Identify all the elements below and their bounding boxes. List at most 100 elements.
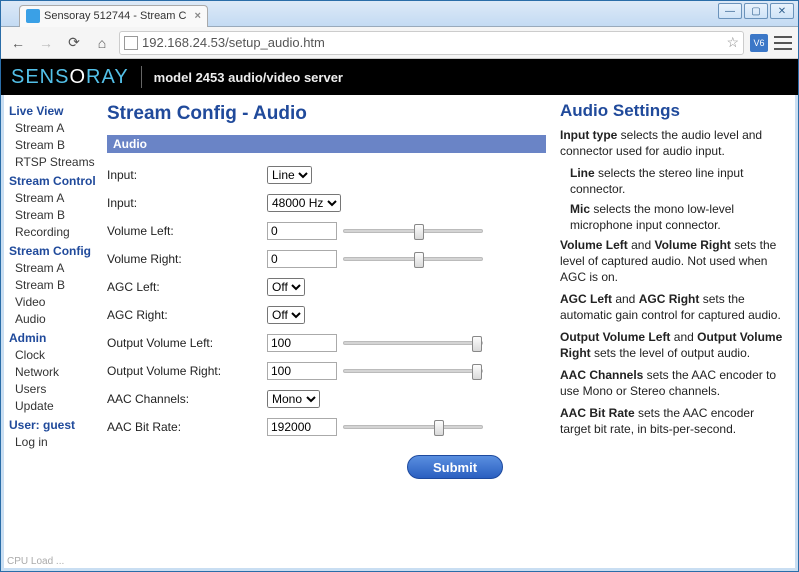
sidebar-item[interactable]: Video <box>9 294 99 311</box>
url-text: 192.168.24.53/setup_audio.htm <box>142 35 325 50</box>
browser-toolbar: ← → ⟳ ⌂ 192.168.24.53/setup_audio.htm ☆ … <box>1 27 798 59</box>
form-row: AGC Left:Off <box>107 273 546 301</box>
tab-title: Sensoray 512744 - Stream C <box>44 10 186 22</box>
form-row: Output Volume Right: <box>107 357 546 385</box>
sidebar-item[interactable]: Clock <box>9 347 99 364</box>
sidebar-item[interactable]: Recording <box>9 224 99 241</box>
sidebar-item[interactable]: Network <box>9 364 99 381</box>
slider-thumb[interactable] <box>472 336 482 352</box>
form-label: Volume Right: <box>107 252 267 266</box>
page-title: Stream Config - Audio <box>107 103 546 125</box>
extension-icon[interactable]: V6 <box>750 34 768 52</box>
page-icon <box>124 36 138 50</box>
page-header: SENSORAY model 2453 audio/video server <box>1 59 798 95</box>
slider[interactable] <box>343 369 483 373</box>
slider-thumb[interactable] <box>472 364 482 380</box>
header-subtitle: model 2453 audio/video server <box>154 70 343 85</box>
sidebar-heading: User: guest <box>9 417 99 434</box>
help-text: Volume Left and Volume Right sets the le… <box>560 237 788 285</box>
favicon-icon <box>26 9 40 23</box>
sidebar-item[interactable]: Stream B <box>9 207 99 224</box>
form-row: Volume Left: <box>107 217 546 245</box>
form-row: AGC Right:Off <box>107 301 546 329</box>
logo: SENSORAY <box>11 66 129 89</box>
slider[interactable] <box>343 425 483 429</box>
form-label: AGC Left: <box>107 280 267 294</box>
menu-icon[interactable] <box>774 36 792 50</box>
help-text: Mic selects the mono low-level microphon… <box>560 201 788 233</box>
form-row: Volume Right: <box>107 245 546 273</box>
window-minimize-button[interactable]: — <box>718 3 742 19</box>
form-label: AAC Channels: <box>107 392 267 406</box>
sidebar-heading: Stream Control <box>9 173 99 190</box>
slider[interactable] <box>343 341 483 345</box>
help-text: Input type selects the audio level and c… <box>560 127 788 159</box>
text-input[interactable] <box>267 334 337 352</box>
sidebar-item[interactable]: RTSP Streams <box>9 154 99 171</box>
form-label: AGC Right: <box>107 308 267 322</box>
main-panel: Stream Config - Audio Audio Input:LineIn… <box>99 95 554 553</box>
window-close-button[interactable]: ✕ <box>770 3 794 19</box>
bookmark-icon[interactable]: ☆ <box>726 34 739 51</box>
form-row: Input:Line <box>107 161 546 189</box>
slider-thumb[interactable] <box>414 224 424 240</box>
url-input[interactable]: 192.168.24.53/setup_audio.htm ☆ <box>119 31 744 55</box>
text-input[interactable] <box>267 362 337 380</box>
select-input[interactable]: Off <box>267 306 305 324</box>
sidebar-item[interactable]: Stream B <box>9 137 99 154</box>
titlebar: Sensoray 512744 - Stream C × — ▢ ✕ <box>1 1 798 27</box>
back-button[interactable]: ← <box>7 32 29 54</box>
forward-button[interactable]: → <box>35 32 57 54</box>
sidebar-item[interactable]: Audio <box>9 311 99 328</box>
content-area: Live ViewStream AStream BRTSP StreamsStr… <box>1 95 798 553</box>
text-input[interactable] <box>267 222 337 240</box>
browser-window: Sensoray 512744 - Stream C × — ▢ ✕ ← → ⟳… <box>0 0 799 572</box>
form-row: Output Volume Left: <box>107 329 546 357</box>
divider <box>141 66 142 88</box>
submit-button[interactable]: Submit <box>407 455 503 479</box>
text-input[interactable] <box>267 418 337 436</box>
browser-tab[interactable]: Sensoray 512744 - Stream C × <box>19 5 208 27</box>
text-input[interactable] <box>267 250 337 268</box>
select-input[interactable]: Line <box>267 166 312 184</box>
sidebar-item[interactable]: Stream A <box>9 190 99 207</box>
form-label: Input: <box>107 196 267 210</box>
select-input[interactable]: Off <box>267 278 305 296</box>
form-row: AAC Channels:Mono <box>107 385 546 413</box>
help-text: AGC Left and AGC Right sets the automati… <box>560 291 788 323</box>
form-label: AAC Bit Rate: <box>107 420 267 434</box>
form-label: Output Volume Right: <box>107 364 267 378</box>
form-label: Volume Left: <box>107 224 267 238</box>
reload-button[interactable]: ⟳ <box>63 32 85 54</box>
slider-thumb[interactable] <box>414 252 424 268</box>
status-text: CPU Load ... <box>7 556 64 567</box>
help-panel: Audio Settings Input type selects the au… <box>554 95 798 553</box>
home-button[interactable]: ⌂ <box>91 32 113 54</box>
help-text: Line selects the stereo line input conne… <box>560 165 788 197</box>
form-row: Input:48000 Hz <box>107 189 546 217</box>
sidebar-item[interactable]: Stream A <box>9 260 99 277</box>
sidebar-heading: Stream Config <box>9 243 99 260</box>
sidebar-item[interactable]: Stream B <box>9 277 99 294</box>
select-input[interactable]: Mono <box>267 390 320 408</box>
slider[interactable] <box>343 229 483 233</box>
select-input[interactable]: 48000 Hz <box>267 194 341 212</box>
section-header: Audio <box>107 135 546 153</box>
help-text: AAC Bit Rate sets the AAC encoder target… <box>560 405 788 437</box>
help-title: Audio Settings <box>560 103 788 119</box>
sidebar-item[interactable]: Log in <box>9 434 99 451</box>
sidebar-item[interactable]: Update <box>9 398 99 415</box>
help-text: AAC Channels sets the AAC encoder to use… <box>560 367 788 399</box>
form-label: Input: <box>107 168 267 182</box>
sidebar-heading: Admin <box>9 330 99 347</box>
help-text: Output Volume Left and Output Volume Rig… <box>560 329 788 361</box>
sidebar-item[interactable]: Stream A <box>9 120 99 137</box>
form-row: AAC Bit Rate: <box>107 413 546 441</box>
sidebar-item[interactable]: Users <box>9 381 99 398</box>
form-label: Output Volume Left: <box>107 336 267 350</box>
close-tab-icon[interactable]: × <box>194 10 200 22</box>
sidebar-heading: Live View <box>9 103 99 120</box>
slider-thumb[interactable] <box>434 420 444 436</box>
window-maximize-button[interactable]: ▢ <box>744 3 768 19</box>
slider[interactable] <box>343 257 483 261</box>
